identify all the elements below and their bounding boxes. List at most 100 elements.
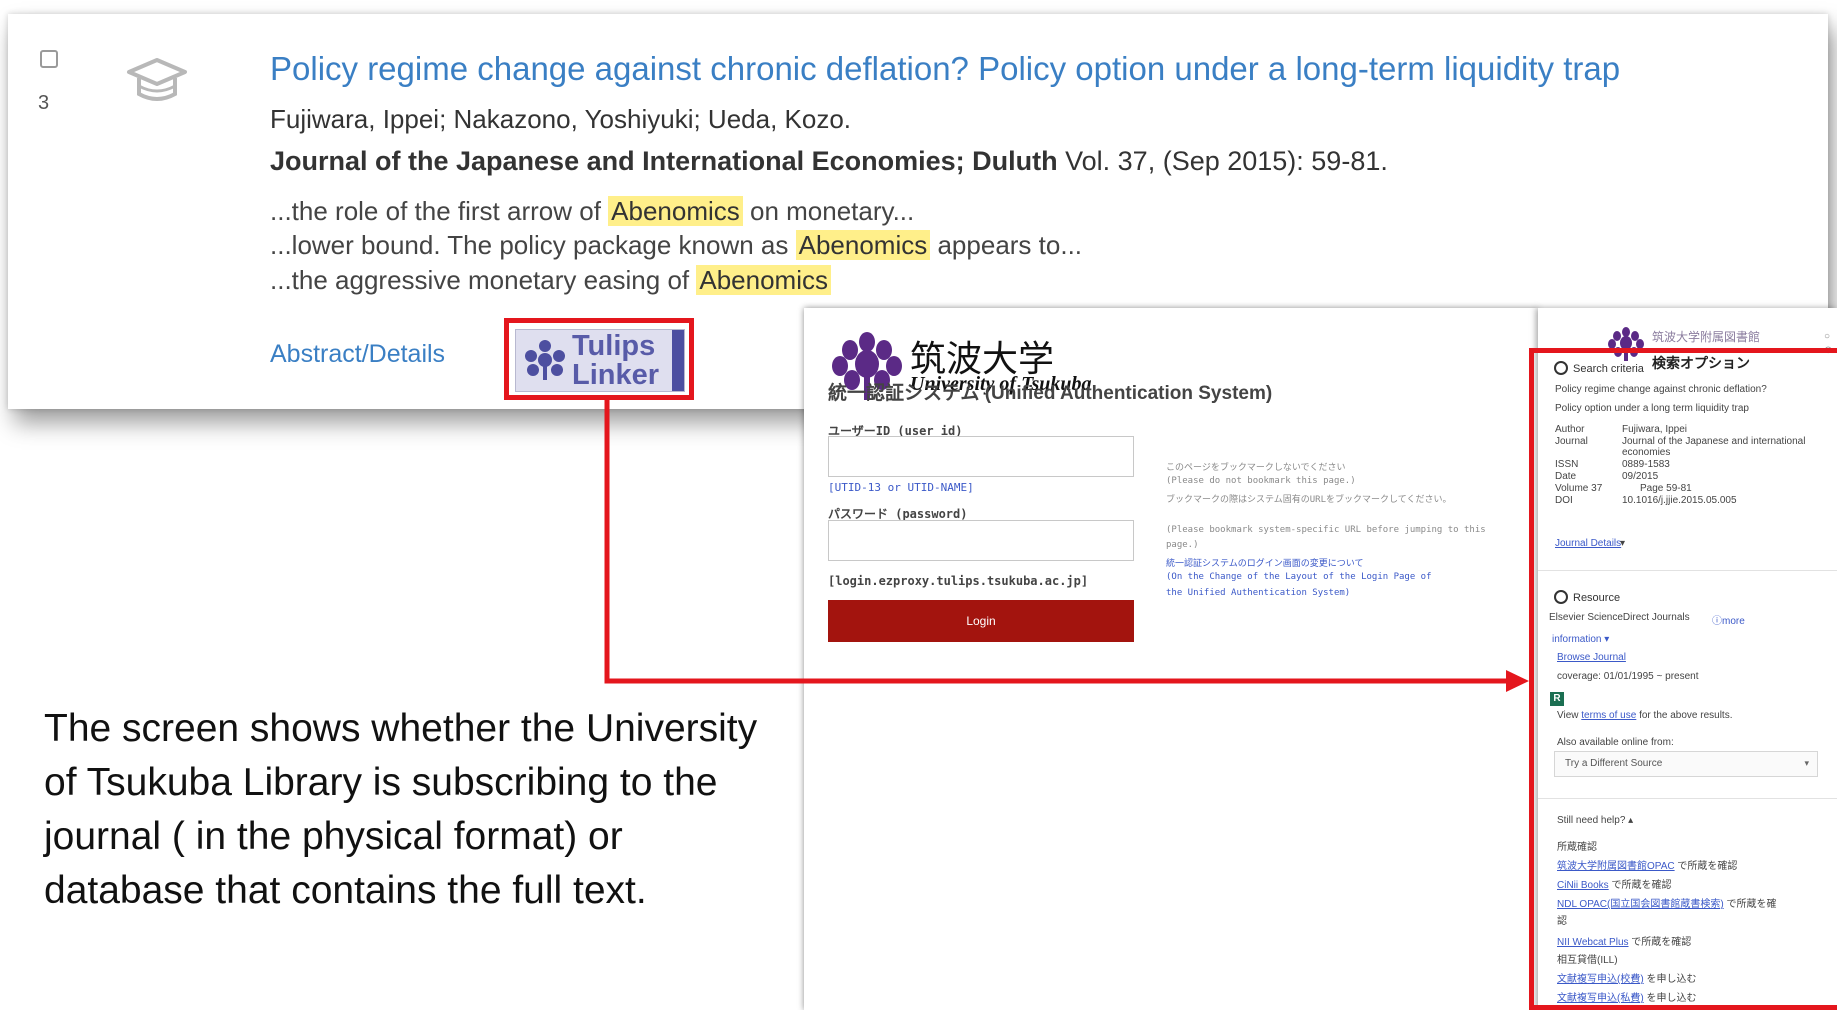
resource-heading: Resource <box>1554 590 1620 604</box>
scholarly-journal-icon <box>127 58 187 101</box>
field-value: Fujiwara, Ippei <box>1622 424 1688 435</box>
abstract-details-link[interactable]: Abstract/Details <box>270 340 445 369</box>
login-panel: 筑波大学 University of Tsukuba <box>804 308 1538 1010</box>
chevron-down-icon: ▾ <box>1804 758 1809 768</box>
library-title: 筑波大学附属図書館 <box>1652 330 1761 344</box>
help-item: CiNii Books で所蔵を確認 <box>1557 876 1671 891</box>
field-key: Volume 37 <box>1555 483 1603 494</box>
snippet-text: ...the aggressive monetary easing of <box>270 265 697 295</box>
resource-icon <box>1554 590 1568 604</box>
information-text: information <box>1552 634 1602 645</box>
help-item: 文献複写申込(校費) を申し込む <box>1557 970 1696 985</box>
criteria-icon <box>1554 361 1568 375</box>
result-source: Journal of the Japanese and Internationa… <box>270 146 1388 177</box>
tulips-logo-icon <box>525 340 565 380</box>
linker-label-line-1: Tulips <box>572 330 656 362</box>
field-key: Author <box>1555 424 1585 435</box>
help-item: 筑波大学附属図書館OPAC で所蔵を確認 <box>1557 857 1737 872</box>
resource-badge: R <box>1550 692 1564 706</box>
layout-change-link-en[interactable]: the Unified Authentication System) <box>1166 588 1350 598</box>
copy-request-link[interactable]: 文献複写申込(校費) <box>1557 974 1644 985</box>
user-id-input[interactable] <box>828 436 1134 477</box>
different-source-select[interactable]: Try a Different Source ▾ <box>1554 751 1818 777</box>
more-info-link[interactable]: ⓘmore <box>1712 612 1745 627</box>
cinii-link[interactable]: CiNii Books <box>1557 880 1609 891</box>
field-value: 09/2015 <box>1622 471 1659 482</box>
snippet-highlight: Abenomics <box>608 196 743 226</box>
still-need-help[interactable]: Still need help? ▴ <box>1557 815 1633 826</box>
snippet-3: ...the aggressive monetary easing of Abe… <box>270 265 831 296</box>
help-item-text: 認 <box>1557 916 1567 927</box>
select-value: Try a Different Source <box>1565 758 1663 769</box>
layout-change-link-en[interactable]: (On the Change of the Layout of the Logi… <box>1166 572 1432 582</box>
resource-name: Elsevier ScienceDirect Journals <box>1549 612 1690 623</box>
notice-line: このページをブックマークしないでください <box>1166 463 1346 473</box>
holdings-heading: 所蔵確認 <box>1557 842 1597 853</box>
snippet-text: appears to... <box>930 230 1083 260</box>
field-key: Journal <box>1555 436 1588 447</box>
criteria-heading-text: Search criteria <box>1573 363 1644 375</box>
login-button[interactable]: Login <box>828 600 1134 642</box>
password-input[interactable] <box>828 520 1134 561</box>
terms-post: for the above results. <box>1636 710 1733 721</box>
criteria-title: Policy option under a long term liquidit… <box>1555 403 1749 414</box>
help-heading-text: Still need help? <box>1557 815 1626 826</box>
login-domain: [login.ezproxy.tulips.tsukuba.ac.jp] <box>828 574 1089 588</box>
tulips-linker-label: Tulips Linker <box>572 332 659 390</box>
field-value: 10.1016/j.jjie.2015.05.005 <box>1622 495 1737 506</box>
notice-line: ブックマークの際はシステム固有のURLをブックマークしてください。 <box>1166 495 1452 505</box>
ndl-opac-link[interactable]: NDL OPAC(国立国会図書館蔵書検索) <box>1557 899 1724 910</box>
information-link[interactable]: information ▾ <box>1552 634 1609 645</box>
tulips-linker-button[interactable]: Tulips Linker <box>504 318 694 400</box>
resource-heading-text: Resource <box>1573 592 1621 604</box>
webcat-link[interactable]: NII Webcat Plus <box>1557 937 1629 948</box>
divider <box>1538 570 1837 571</box>
browse-journal-link[interactable]: Browse Journal <box>1557 652 1626 663</box>
layout-change-link[interactable]: 統一認証システムのログイン画面の変更について <box>1166 556 1363 569</box>
journal-details-link[interactable]: Journal Details <box>1555 538 1621 549</box>
snippet-text: on monetary... <box>742 196 915 226</box>
also-available-label: Also available online from: <box>1557 737 1674 748</box>
help-item: 文献複写申込(私費) を申し込む <box>1557 989 1696 1004</box>
criteria-title: Policy regime change against chronic def… <box>1555 384 1767 395</box>
utid-hint: [UTID-13 or UTID-NAME] <box>828 481 974 494</box>
snippet-text: ...the role of the first arrow of <box>270 196 609 226</box>
field-value: Page 59-81 <box>1640 483 1692 494</box>
notice-line: (Please do not bookmark this page.) <box>1166 476 1356 486</box>
field-key: DOI <box>1555 495 1573 506</box>
options-icon[interactable]: ○ ⊙ <box>1824 330 1832 358</box>
select-checkbox[interactable] <box>40 50 58 68</box>
help-item-text: で所蔵を確認 <box>1674 861 1738 872</box>
opac-link[interactable]: 筑波大学附属図書館OPAC <box>1557 861 1675 872</box>
result-authors: Fujiwara, Ippei; Nakazono, Yoshiyuki; Ue… <box>270 104 852 134</box>
tulips-linker-badge: Tulips Linker <box>515 329 685 392</box>
library-crest-icon <box>1608 327 1644 361</box>
ill-label: 相互貸借(ILL) <box>1557 955 1618 966</box>
citation: Vol. 37, (Sep 2015): 59-81. <box>1057 146 1388 176</box>
linker-label-line-2: Linker <box>572 359 660 391</box>
help-item: NII Webcat Plus で所蔵を確認 <box>1557 933 1691 948</box>
snippet-2: ...lower bound. The policy package known… <box>270 230 1082 261</box>
help-item-text: で所蔵を確認 <box>1628 937 1692 948</box>
snippet-highlight: Abenomics <box>696 265 831 295</box>
copy-request-private-link[interactable]: 文献複写申込(私費) <box>1557 993 1644 1004</box>
field-value: economies <box>1622 447 1671 458</box>
terms-line: View terms of use for the above results. <box>1557 710 1732 721</box>
divider <box>1538 798 1837 799</box>
snippet-1: ...the role of the first arrow of Abenom… <box>270 196 914 227</box>
notice-line: (Please bookmark system-specific URL bef… <box>1166 525 1486 535</box>
help-item: NDL OPAC(国立国会図書館蔵書検索) で所蔵を確 <box>1557 895 1776 910</box>
help-item-text: で所蔵を確 <box>1723 899 1777 910</box>
chevron-down-icon[interactable]: ▾ <box>1620 538 1625 549</box>
help-item-text: を申し込む <box>1643 974 1697 985</box>
coverage-text: coverage: 01/01/1995 ~ present <box>1557 671 1699 682</box>
field-value: 0889-1583 <box>1622 459 1670 470</box>
tulips-bar <box>672 330 684 391</box>
snippet-text: ...lower bound. The policy package known… <box>270 230 796 260</box>
result-title-link[interactable]: Policy regime change against chronic def… <box>270 50 1620 88</box>
search-criteria-heading: Search criteria <box>1554 361 1644 375</box>
field-value: Journal of the Japanese and internationa… <box>1622 436 1806 447</box>
notice-line: page.) <box>1166 540 1199 550</box>
result-number: 3 <box>38 92 50 114</box>
terms-of-use-link[interactable]: terms of use <box>1581 710 1636 721</box>
